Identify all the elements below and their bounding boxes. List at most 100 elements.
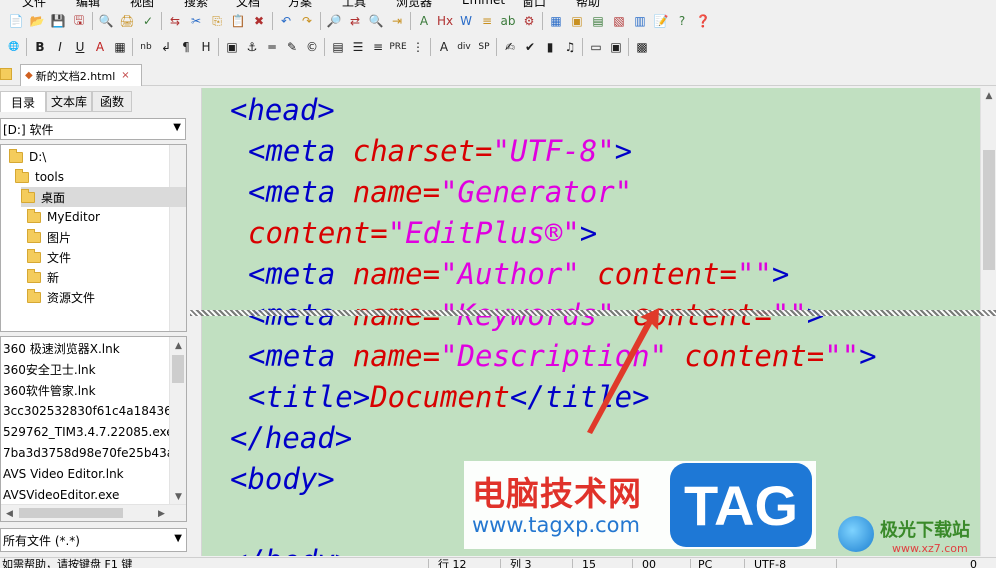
- settings-icon[interactable]: ▦: [546, 11, 566, 31]
- list-button[interactable]: ☰: [348, 37, 368, 57]
- browser-preview-icon[interactable]: 🌐: [4, 37, 24, 57]
- file-filter-select[interactable]: 所有文件 (*.*) ▼: [0, 528, 187, 552]
- hscroll-thumb[interactable]: [19, 508, 123, 518]
- goto-line-icon[interactable]: ⇥: [387, 11, 407, 31]
- hex-icon[interactable]: Hx: [435, 11, 455, 31]
- menu-item-1[interactable]: 编辑: [76, 0, 100, 8]
- music-button[interactable]: ♫: [560, 37, 580, 57]
- edit-button[interactable]: ✍: [500, 37, 520, 57]
- print-preview-icon[interactable]: 🔍: [96, 11, 116, 31]
- monitor-icon[interactable]: ▥: [630, 11, 650, 31]
- scroll-right-icon[interactable]: ▶: [153, 505, 170, 521]
- menu-item-6[interactable]: 工具: [342, 0, 366, 8]
- scroll-down-icon[interactable]: ▼: [170, 488, 186, 505]
- image-button[interactable]: ▣: [222, 37, 242, 57]
- center-button[interactable]: ≡: [368, 37, 388, 57]
- file-list-item[interactable]: 360 极速浏览器X.lnk: [3, 338, 169, 358]
- film-button[interactable]: ▮: [540, 37, 560, 57]
- anchor-button[interactable]: ⚓: [242, 37, 262, 57]
- close-icon[interactable]: ×: [121, 70, 129, 81]
- ruler-icon[interactable]: ab: [498, 11, 518, 31]
- nbsp-button[interactable]: nb: [136, 37, 156, 57]
- menu-item-2[interactable]: 视图: [130, 0, 154, 8]
- cut-icon[interactable]: ✂: [186, 11, 206, 31]
- file-list-item[interactable]: 3cc302532830f61c4a18436160: [3, 401, 169, 421]
- scroll-left-icon[interactable]: ◀: [1, 505, 18, 521]
- line-break-button[interactable]: ↲: [156, 37, 176, 57]
- heading-button[interactable]: H: [196, 37, 216, 57]
- word-wrap-icon[interactable]: W: [456, 11, 476, 31]
- tree-item[interactable]: 文件: [27, 247, 71, 267]
- html-toolbar-icon[interactable]: 📝: [651, 11, 671, 31]
- tree-item[interactable]: MyEditor: [27, 207, 100, 227]
- save-all-icon[interactable]: 🖫: [69, 11, 89, 31]
- menu-item-0[interactable]: 文件: [22, 0, 46, 8]
- editor-scrollbar[interactable]: ▲: [980, 88, 996, 556]
- split-window-divider[interactable]: [190, 310, 996, 316]
- tree-item[interactable]: tools: [15, 167, 64, 187]
- tree-item[interactable]: 新: [27, 267, 59, 287]
- file-list-item[interactable]: 360软件管家.lnk: [3, 380, 169, 400]
- tree-item[interactable]: 资源文件: [27, 287, 95, 307]
- file-list-hscrollbar[interactable]: ◀ ▶: [1, 504, 186, 521]
- underline-button[interactable]: U: [70, 37, 90, 57]
- find-icon[interactable]: 🔎: [324, 11, 344, 31]
- tree-item[interactable]: 图片: [27, 227, 71, 247]
- menu-item-3[interactable]: 搜索: [184, 0, 208, 8]
- paste-icon[interactable]: 📋: [228, 11, 248, 31]
- file-list-item[interactable]: AVSVideoEditor.exe: [3, 485, 169, 505]
- spell-check-icon[interactable]: ✓: [138, 11, 158, 31]
- open-folder-icon[interactable]: 📂: [27, 11, 47, 31]
- tab-directory[interactable]: 目录: [0, 91, 46, 112]
- form-button[interactable]: ▭: [586, 37, 606, 57]
- tab-document[interactable]: ◆ 新的文档2.html ×: [20, 64, 142, 86]
- abc-icon[interactable]: ⚙: [519, 11, 539, 31]
- validate-button[interactable]: ✔: [520, 37, 540, 57]
- replace-icon[interactable]: ⇆: [165, 11, 185, 31]
- find-in-files-icon[interactable]: 🔍: [366, 11, 386, 31]
- new-file-icon[interactable]: 📄: [6, 11, 26, 31]
- scroll-up-icon[interactable]: ▲: [170, 337, 186, 354]
- scroll-thumb[interactable]: [983, 150, 995, 270]
- menu-item-5[interactable]: 方案: [288, 0, 312, 8]
- window2-icon[interactable]: ▤: [588, 11, 608, 31]
- menu-item-9[interactable]: 窗口: [522, 0, 546, 8]
- copyright-button[interactable]: ©: [302, 37, 322, 57]
- drive-select[interactable]: [D:] 软件 ▼: [0, 118, 186, 140]
- file-list-vscrollbar[interactable]: ▲ ▼: [169, 337, 186, 505]
- menu-item-7[interactable]: 浏览器: [396, 0, 432, 8]
- find-replace-icon[interactable]: ⇄: [345, 11, 365, 31]
- form2-button[interactable]: ▣: [606, 37, 626, 57]
- tab-cliptext[interactable]: 文本库: [46, 91, 92, 112]
- window3-icon[interactable]: ▧: [609, 11, 629, 31]
- redo-icon[interactable]: ↷: [297, 11, 317, 31]
- font-color-button[interactable]: A: [90, 37, 110, 57]
- color-grid-icon[interactable]: ▦: [110, 37, 130, 57]
- window-icon[interactable]: ▣: [567, 11, 587, 31]
- tree-item[interactable]: D:\: [9, 147, 46, 167]
- tab-functions[interactable]: 函数: [92, 91, 132, 112]
- file-list-item[interactable]: AVS Video Editor.lnk: [3, 464, 169, 484]
- file-list-item[interactable]: 529762_TIM3.4.7.22085.exe: [3, 422, 169, 442]
- menu-item-8[interactable]: Emmet: [462, 0, 505, 7]
- undo-icon[interactable]: ↶: [276, 11, 296, 31]
- scroll-up-icon[interactable]: ▲: [981, 88, 996, 104]
- span-button[interactable]: SP: [474, 37, 494, 57]
- tree-scrollbar[interactable]: [169, 145, 186, 331]
- file-list-item[interactable]: 360安全卫士.lnk: [3, 359, 169, 379]
- menu-item-4[interactable]: 文档: [236, 0, 260, 8]
- hr-button[interactable]: ═: [262, 37, 282, 57]
- help-icon[interactable]: ?: [672, 11, 692, 31]
- div-button[interactable]: div: [454, 37, 474, 57]
- ordered-list-button[interactable]: ⋮: [408, 37, 428, 57]
- line-number-icon[interactable]: ≡: [477, 11, 497, 31]
- paragraph-button[interactable]: ¶: [176, 37, 196, 57]
- delete-icon[interactable]: ✖: [249, 11, 269, 31]
- bold-button[interactable]: B: [30, 37, 50, 57]
- scroll-thumb[interactable]: [172, 355, 184, 383]
- print-icon[interactable]: 🖨: [117, 11, 137, 31]
- help2-icon[interactable]: ❓: [693, 11, 713, 31]
- tree-item[interactable]: 桌面: [21, 187, 186, 207]
- windows-button[interactable]: ▩: [632, 37, 652, 57]
- highlight-button[interactable]: ✎: [282, 37, 302, 57]
